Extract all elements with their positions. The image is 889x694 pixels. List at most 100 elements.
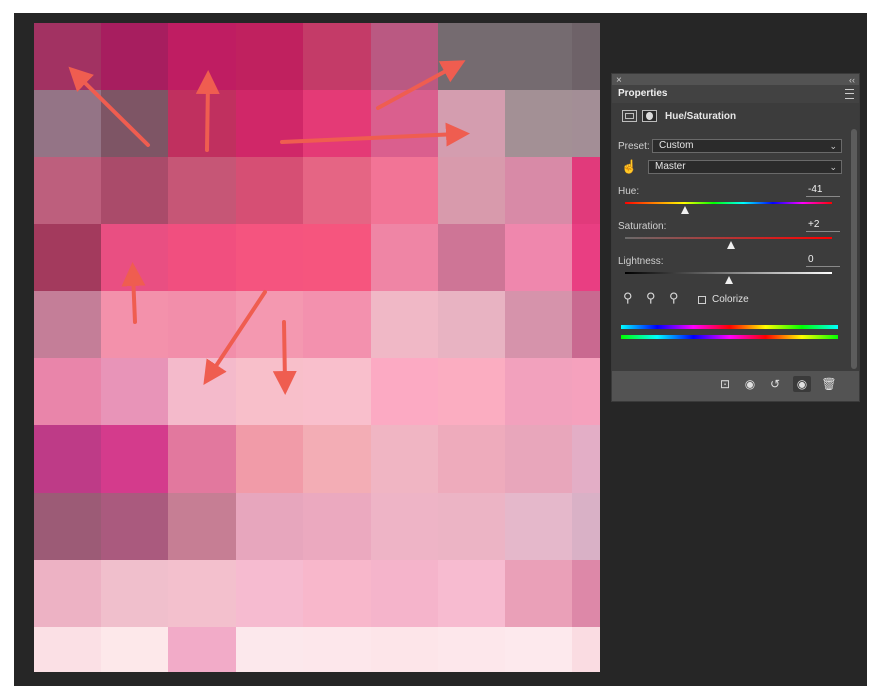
mosaic-tile [168,425,236,493]
mosaic-tile [101,224,168,291]
mosaic-tile [371,224,438,291]
mosaic-tile [168,627,236,672]
chevron-down-icon: ⌄ [829,162,837,172]
mosaic-tile [168,224,236,291]
layer-mask-icon[interactable] [642,110,657,122]
mosaic-tile [572,358,600,425]
mosaic-tile [168,358,236,425]
output-color-bar [621,335,838,339]
mosaic-tile [236,493,303,560]
view-previous-state-icon[interactable]: ◉ [741,376,759,392]
mosaic-tile [371,627,438,672]
mosaic-tile [34,627,101,672]
mosaic-tile [303,627,371,672]
eyedropper-subtract-icon[interactable]: ⚲ [669,290,679,306]
lightness-slider-thumb[interactable] [724,276,733,284]
mosaic-tile [101,23,168,90]
mosaic-tile [34,358,101,425]
mosaic-tile [34,291,101,358]
eyedropper-add-icon[interactable]: ⚲ [646,290,656,306]
mosaic-tile [303,493,371,560]
preset-select[interactable]: Custom ⌄ [652,139,842,153]
mosaic-tile [505,90,572,157]
mosaic-tile [505,224,572,291]
mosaic-tile [371,493,438,560]
reset-icon[interactable]: ↺ [766,376,784,392]
collapse-panel-icon[interactable]: ‹‹ [849,75,855,85]
mosaic-tile [303,358,371,425]
panel-menu-icon[interactable] [845,89,854,99]
mosaic-tile [505,560,572,627]
mosaic-tile [236,23,303,90]
mosaic-tile [101,90,168,157]
mosaic-tile [101,291,168,358]
colorize-label: Colorize [712,294,749,305]
mosaic-tile [303,224,371,291]
eyedropper-icon[interactable]: ⚲ [623,290,633,306]
chevron-down-icon: ⌄ [829,141,837,151]
mosaic-tile [168,23,236,90]
mosaic-tile [438,358,505,425]
mosaic-tile [168,291,236,358]
properties-panel: × ‹‹ Properties Hue/Saturation Preset: C… [611,73,860,402]
scrollbar-thumb[interactable] [851,129,857,369]
preset-value: Custom [659,140,694,151]
channel-select[interactable]: Master ⌄ [648,160,842,174]
adjustment-title: Hue/Saturation [665,111,737,122]
lightness-value-field[interactable]: 0 [806,254,840,267]
mosaic-tile [236,358,303,425]
mosaic-tile [236,627,303,672]
saturation-slider-track[interactable] [625,237,832,239]
mosaic-tile [438,627,505,672]
visibility-eye-icon[interactable]: ◉ [793,376,811,392]
saturation-slider-thumb[interactable] [726,241,735,249]
mosaic-tile [572,425,600,493]
mosaic-tile [572,157,600,224]
mosaic-tile [34,157,101,224]
mosaic-tile [303,291,371,358]
adjustment-layer-icon[interactable] [622,110,637,122]
lightness-slider-track[interactable] [625,272,832,274]
mosaic-tile [438,224,505,291]
mosaic-tile [303,425,371,493]
mosaic-tile [438,560,505,627]
mosaic-tile [505,23,572,90]
trash-icon[interactable]: 🗑 [820,376,838,392]
mosaic-tile [101,425,168,493]
mosaic-tile [34,493,101,560]
preset-label: Preset: [618,141,650,152]
input-color-bar [621,325,838,329]
mosaic-tile [236,90,303,157]
panel-footer: ⊡ ◉ ↺ ◉ 🗑 [612,371,859,397]
mosaic-tile [438,493,505,560]
channel-value: Master [655,161,686,172]
mosaic-tile [371,560,438,627]
mosaic-tile [101,560,168,627]
pixelated-image-canvas[interactable] [34,23,600,672]
mosaic-tile [34,23,101,90]
clip-to-layer-icon[interactable]: ⊡ [716,376,734,392]
mosaic-tile [371,358,438,425]
mosaic-tile [371,425,438,493]
hue-slider-track[interactable] [625,202,832,204]
mosaic-tile [236,291,303,358]
mosaic-tile [505,291,572,358]
hue-value-field[interactable]: -41 [806,184,840,197]
hue-label: Hue: [618,186,640,197]
mosaic-tile [371,23,438,90]
properties-tab[interactable]: Properties [612,85,859,103]
targeted-adjustment-hand-icon[interactable]: ☝ [621,159,637,175]
mosaic-tile [572,23,600,90]
mosaic-tile [168,90,236,157]
mosaic-tile [572,90,600,157]
panel-scrollbar[interactable] [849,103,859,371]
hue-slider-thumb[interactable] [681,206,690,214]
colorize-checkbox[interactable] [698,296,706,304]
mosaic-tile [572,224,600,291]
mosaic-tile [34,224,101,291]
saturation-value-field[interactable]: +2 [806,219,840,232]
mosaic-tile [34,425,101,493]
mosaic-tile [505,493,572,560]
mosaic-tile [34,90,101,157]
mosaic-tile [101,358,168,425]
